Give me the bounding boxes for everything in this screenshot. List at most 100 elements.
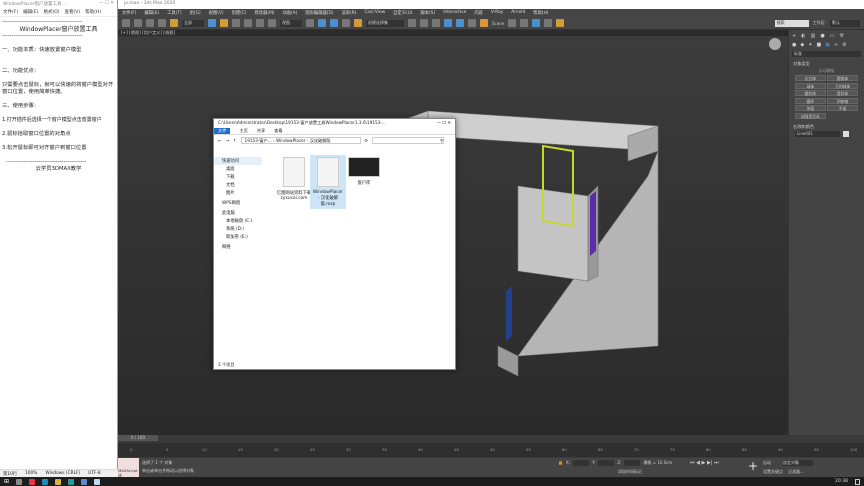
menu-item[interactable]: Civil View — [364, 10, 385, 16]
object-category-dropdown[interactable]: 标准 — [792, 51, 861, 57]
helpers-icon[interactable]: ▣ — [825, 42, 830, 48]
nav-item[interactable]: 本地磁盘 (C:) — [214, 217, 262, 225]
menu-item[interactable]: 组(G) — [190, 10, 201, 16]
nav-item[interactable]: 图片 — [214, 189, 262, 197]
forward-icon[interactable]: → — [226, 138, 230, 143]
notepad-text[interactable]: ----------------------------------------… — [0, 17, 117, 182]
back-icon[interactable]: ← — [218, 138, 222, 143]
key-filters-button[interactable]: 过滤器... — [788, 469, 804, 475]
chrome-icon[interactable] — [29, 478, 36, 485]
z-field[interactable] — [624, 460, 641, 466]
object-color-swatch[interactable] — [843, 130, 849, 137]
teapot-icon[interactable] — [480, 19, 488, 27]
menu-item[interactable]: V-Ray — [491, 10, 503, 16]
nav-item[interactable]: 文档 — [214, 181, 262, 189]
selection-set-dropdown[interactable]: 创建选择集 — [366, 19, 404, 27]
menu-item[interactable]: 脚本(S) — [421, 10, 436, 16]
hierarchy-tab-icon[interactable]: ▥ — [811, 33, 816, 39]
menu-item[interactable]: 文件(F) — [122, 10, 136, 16]
start-icon[interactable]: ⊞ — [4, 478, 9, 485]
add-time-tag[interactable]: 添加时间标记 — [618, 469, 642, 475]
create-object-button[interactable]: 加强型文本 — [795, 112, 826, 119]
nav-item[interactable]: 网络 — [214, 243, 262, 251]
render-setup-icon[interactable] — [456, 19, 464, 27]
set-key-button[interactable]: 设置关键点 — [763, 469, 783, 475]
nav-item[interactable]: WPS网盘 — [214, 199, 262, 207]
menu-item[interactable]: 工具(T) — [167, 10, 182, 16]
tab-share[interactable]: 共享 — [257, 128, 265, 134]
menu-format[interactable]: 格式(O) — [43, 9, 59, 16]
menu-item[interactable]: 创建(C) — [232, 10, 247, 16]
move-icon[interactable] — [244, 19, 252, 27]
redo-icon[interactable] — [134, 19, 142, 27]
modify-tab-icon[interactable]: ◐ — [801, 33, 805, 39]
schematic-icon[interactable] — [432, 19, 440, 27]
menu-view[interactable]: 查看(V) — [65, 9, 81, 16]
percent-snap-icon[interactable] — [342, 19, 350, 27]
window-controls[interactable]: — ☐ ✕ — [437, 120, 451, 127]
create-object-button[interactable]: 管状体 — [827, 90, 858, 96]
search-box[interactable]: ⚲ — [372, 136, 445, 144]
cameras-icon[interactable]: ■ — [816, 42, 821, 48]
scale-icon[interactable] — [268, 19, 276, 27]
menu-item[interactable]: 编辑(E) — [144, 10, 159, 16]
nav-item[interactable]: 系统 (D:) — [214, 225, 262, 233]
rotate-icon[interactable] — [256, 19, 264, 27]
geometry-icon[interactable]: ● — [792, 42, 796, 48]
tool-icon[interactable] — [532, 19, 541, 27]
menu-file[interactable]: 文件(F) — [3, 9, 18, 16]
nav-item[interactable]: 下载 — [214, 173, 262, 181]
menu-item[interactable]: 内容 — [474, 10, 483, 16]
y-field[interactable] — [598, 460, 615, 466]
x-field[interactable] — [573, 460, 590, 466]
create-object-button[interactable]: 四棱锥 — [827, 97, 858, 104]
app-icon[interactable] — [81, 478, 88, 485]
angle-snap-icon[interactable] — [330, 19, 338, 27]
create-object-button[interactable]: 圆柱体 — [795, 90, 826, 96]
lock-icon[interactable]: 🔒 — [558, 460, 563, 466]
selection-filter[interactable]: 全部 — [182, 19, 204, 27]
lights-icon[interactable]: ✦ — [808, 42, 812, 48]
playback-controls[interactable]: ⏮ ◀ ▶ ▶| ⏭ — [690, 460, 719, 466]
layer-icon[interactable] — [408, 19, 416, 27]
undo-icon[interactable] — [122, 19, 130, 27]
search-input[interactable]: 搜索 — [774, 19, 809, 27]
tool-icon[interactable] — [508, 19, 517, 27]
workspace-dropdown[interactable]: 默认 — [830, 19, 860, 27]
key-filter-dropdown[interactable]: 选定对象 — [783, 460, 813, 466]
tab-view[interactable]: 查看 — [274, 128, 282, 134]
menu-item[interactable]: 动画(A) — [282, 10, 297, 16]
render-icon[interactable] — [468, 19, 476, 27]
up-icon[interactable]: ↑ — [233, 138, 237, 143]
address-bar[interactable]: 19153-窗户... › WindowPlacer - 汉化破解版 — [240, 136, 361, 144]
time-slider[interactable]: 0 / 100 — [118, 435, 158, 441]
explorer-icon[interactable] — [55, 478, 62, 485]
menu-item[interactable]: 修改器(M) — [255, 10, 275, 16]
folder-item[interactable]: 窗户库 — [346, 157, 382, 186]
nav-item[interactable]: 桌面 — [214, 165, 262, 173]
create-object-button[interactable]: 圆环 — [795, 97, 826, 104]
create-object-button[interactable]: 几何球体 — [827, 82, 858, 89]
file-item[interactable]: 亿图网站资料下载zyxucai.com — [276, 157, 312, 201]
menu-item[interactable]: 自定义(U) — [393, 10, 412, 16]
nav-item[interactable]: 快速访问 — [214, 157, 262, 165]
breadcrumb[interactable]: WindowPlacer - 汉化破解版 — [276, 138, 330, 143]
object-name-input[interactable]: Line001 — [795, 130, 840, 137]
create-object-button[interactable]: 平面 — [827, 105, 858, 111]
maxscript-listener[interactable]: MAXScript 迷 — [118, 458, 139, 478]
tab-file[interactable]: 文件 — [214, 128, 231, 134]
track-bar[interactable]: 0 5 10 15 20 25 30 35 40 45 50 55 60 65 70 75 80 85 90 95 10… — [118, 443, 864, 457]
display-tab-icon[interactable]: ▭ — [830, 33, 835, 39]
ref-coord-dropdown[interactable]: 视图 — [280, 19, 302, 27]
notepad-icon[interactable] — [94, 478, 101, 485]
unlink-icon[interactable] — [158, 19, 166, 27]
pivot-icon[interactable] — [306, 19, 314, 27]
utilities-tab-icon[interactable]: ⚒ — [839, 33, 843, 39]
tool-icon[interactable] — [544, 19, 553, 27]
menu-item[interactable]: 视图(V) — [209, 10, 224, 16]
mirror-icon[interactable] — [354, 19, 362, 27]
menu-item[interactable]: 图形编辑器(D) — [305, 10, 333, 16]
task-view-icon[interactable] — [16, 478, 23, 485]
align-icon[interactable] — [420, 19, 428, 27]
bind-icon[interactable] — [170, 19, 178, 27]
